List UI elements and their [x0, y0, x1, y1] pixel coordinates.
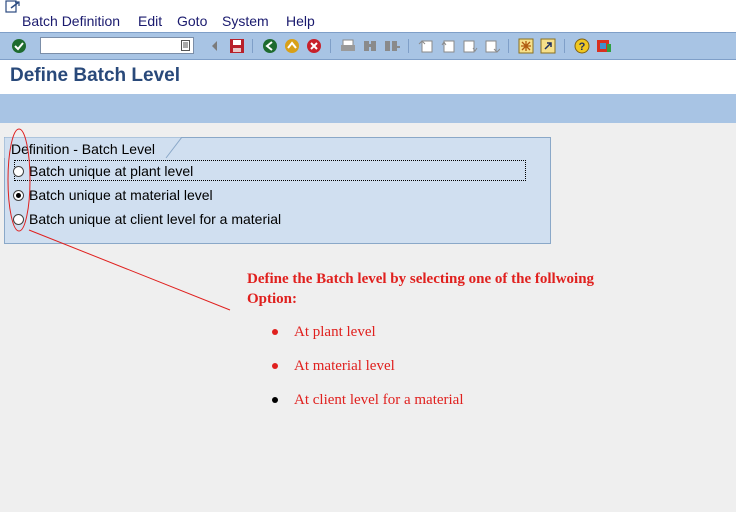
command-field[interactable]: [40, 37, 194, 55]
annotation-bullet: At material level: [272, 357, 395, 375]
back-nav-icon[interactable]: [207, 38, 223, 54]
shortcut-icon[interactable]: [540, 38, 556, 54]
check-icon[interactable]: [11, 38, 27, 54]
menu-goto[interactable]: Goto: [177, 13, 207, 29]
save-icon[interactable]: [229, 38, 245, 54]
exit-icon[interactable]: [284, 38, 300, 54]
bullet-dot: [272, 363, 278, 369]
next-page-icon[interactable]: [462, 38, 478, 54]
annotation-callout: [7, 128, 231, 311]
bullet-text: At client level for a material: [294, 392, 464, 408]
toolbar-separator: [564, 39, 565, 53]
toolbar-separator: [252, 39, 253, 53]
menu-system[interactable]: System: [222, 13, 269, 29]
bullet-text: At plant level: [294, 324, 376, 340]
menu-bar: Batch Definition Edit Goto System Help: [0, 0, 736, 32]
menu-help[interactable]: Help: [286, 13, 315, 29]
annotation-bullet: At plant level: [272, 323, 376, 341]
annotation-bullet: At client level for a material: [272, 391, 464, 409]
bullet-text: At material level: [294, 358, 395, 374]
new-session-icon[interactable]: [518, 38, 534, 54]
system-menu-icon[interactable]: [5, 0, 21, 14]
command-input[interactable]: [41, 39, 183, 55]
menu-edit[interactable]: Edit: [138, 13, 162, 29]
layout-icon[interactable]: [596, 38, 612, 54]
toolbar-separator: [408, 39, 409, 53]
page-title: Define Batch Level: [10, 65, 180, 86]
toolbar-separator: [508, 39, 509, 53]
annotation-heading: Define the Batch level by selecting one …: [247, 271, 595, 307]
bullet-dot: [272, 329, 278, 335]
standard-toolbar: ?: [0, 32, 736, 60]
last-page-icon[interactable]: [484, 38, 500, 54]
application-toolbar: [0, 94, 736, 123]
find-icon[interactable]: [362, 38, 378, 54]
first-page-icon[interactable]: [418, 38, 434, 54]
svg-text:?: ?: [579, 41, 586, 53]
back-icon[interactable]: [262, 38, 278, 54]
bullet-dot: [272, 397, 278, 403]
title-bar: Define Batch Level: [0, 60, 736, 94]
menu-batch-definition[interactable]: Batch Definition: [22, 13, 120, 29]
cancel-icon[interactable]: [306, 38, 322, 54]
command-history-icon[interactable]: [181, 40, 190, 51]
print-icon[interactable]: [340, 38, 356, 54]
toolbar-separator: [330, 39, 331, 53]
find-next-icon[interactable]: [384, 38, 400, 54]
help-icon[interactable]: ?: [574, 38, 590, 54]
previous-page-icon[interactable]: [440, 38, 456, 54]
